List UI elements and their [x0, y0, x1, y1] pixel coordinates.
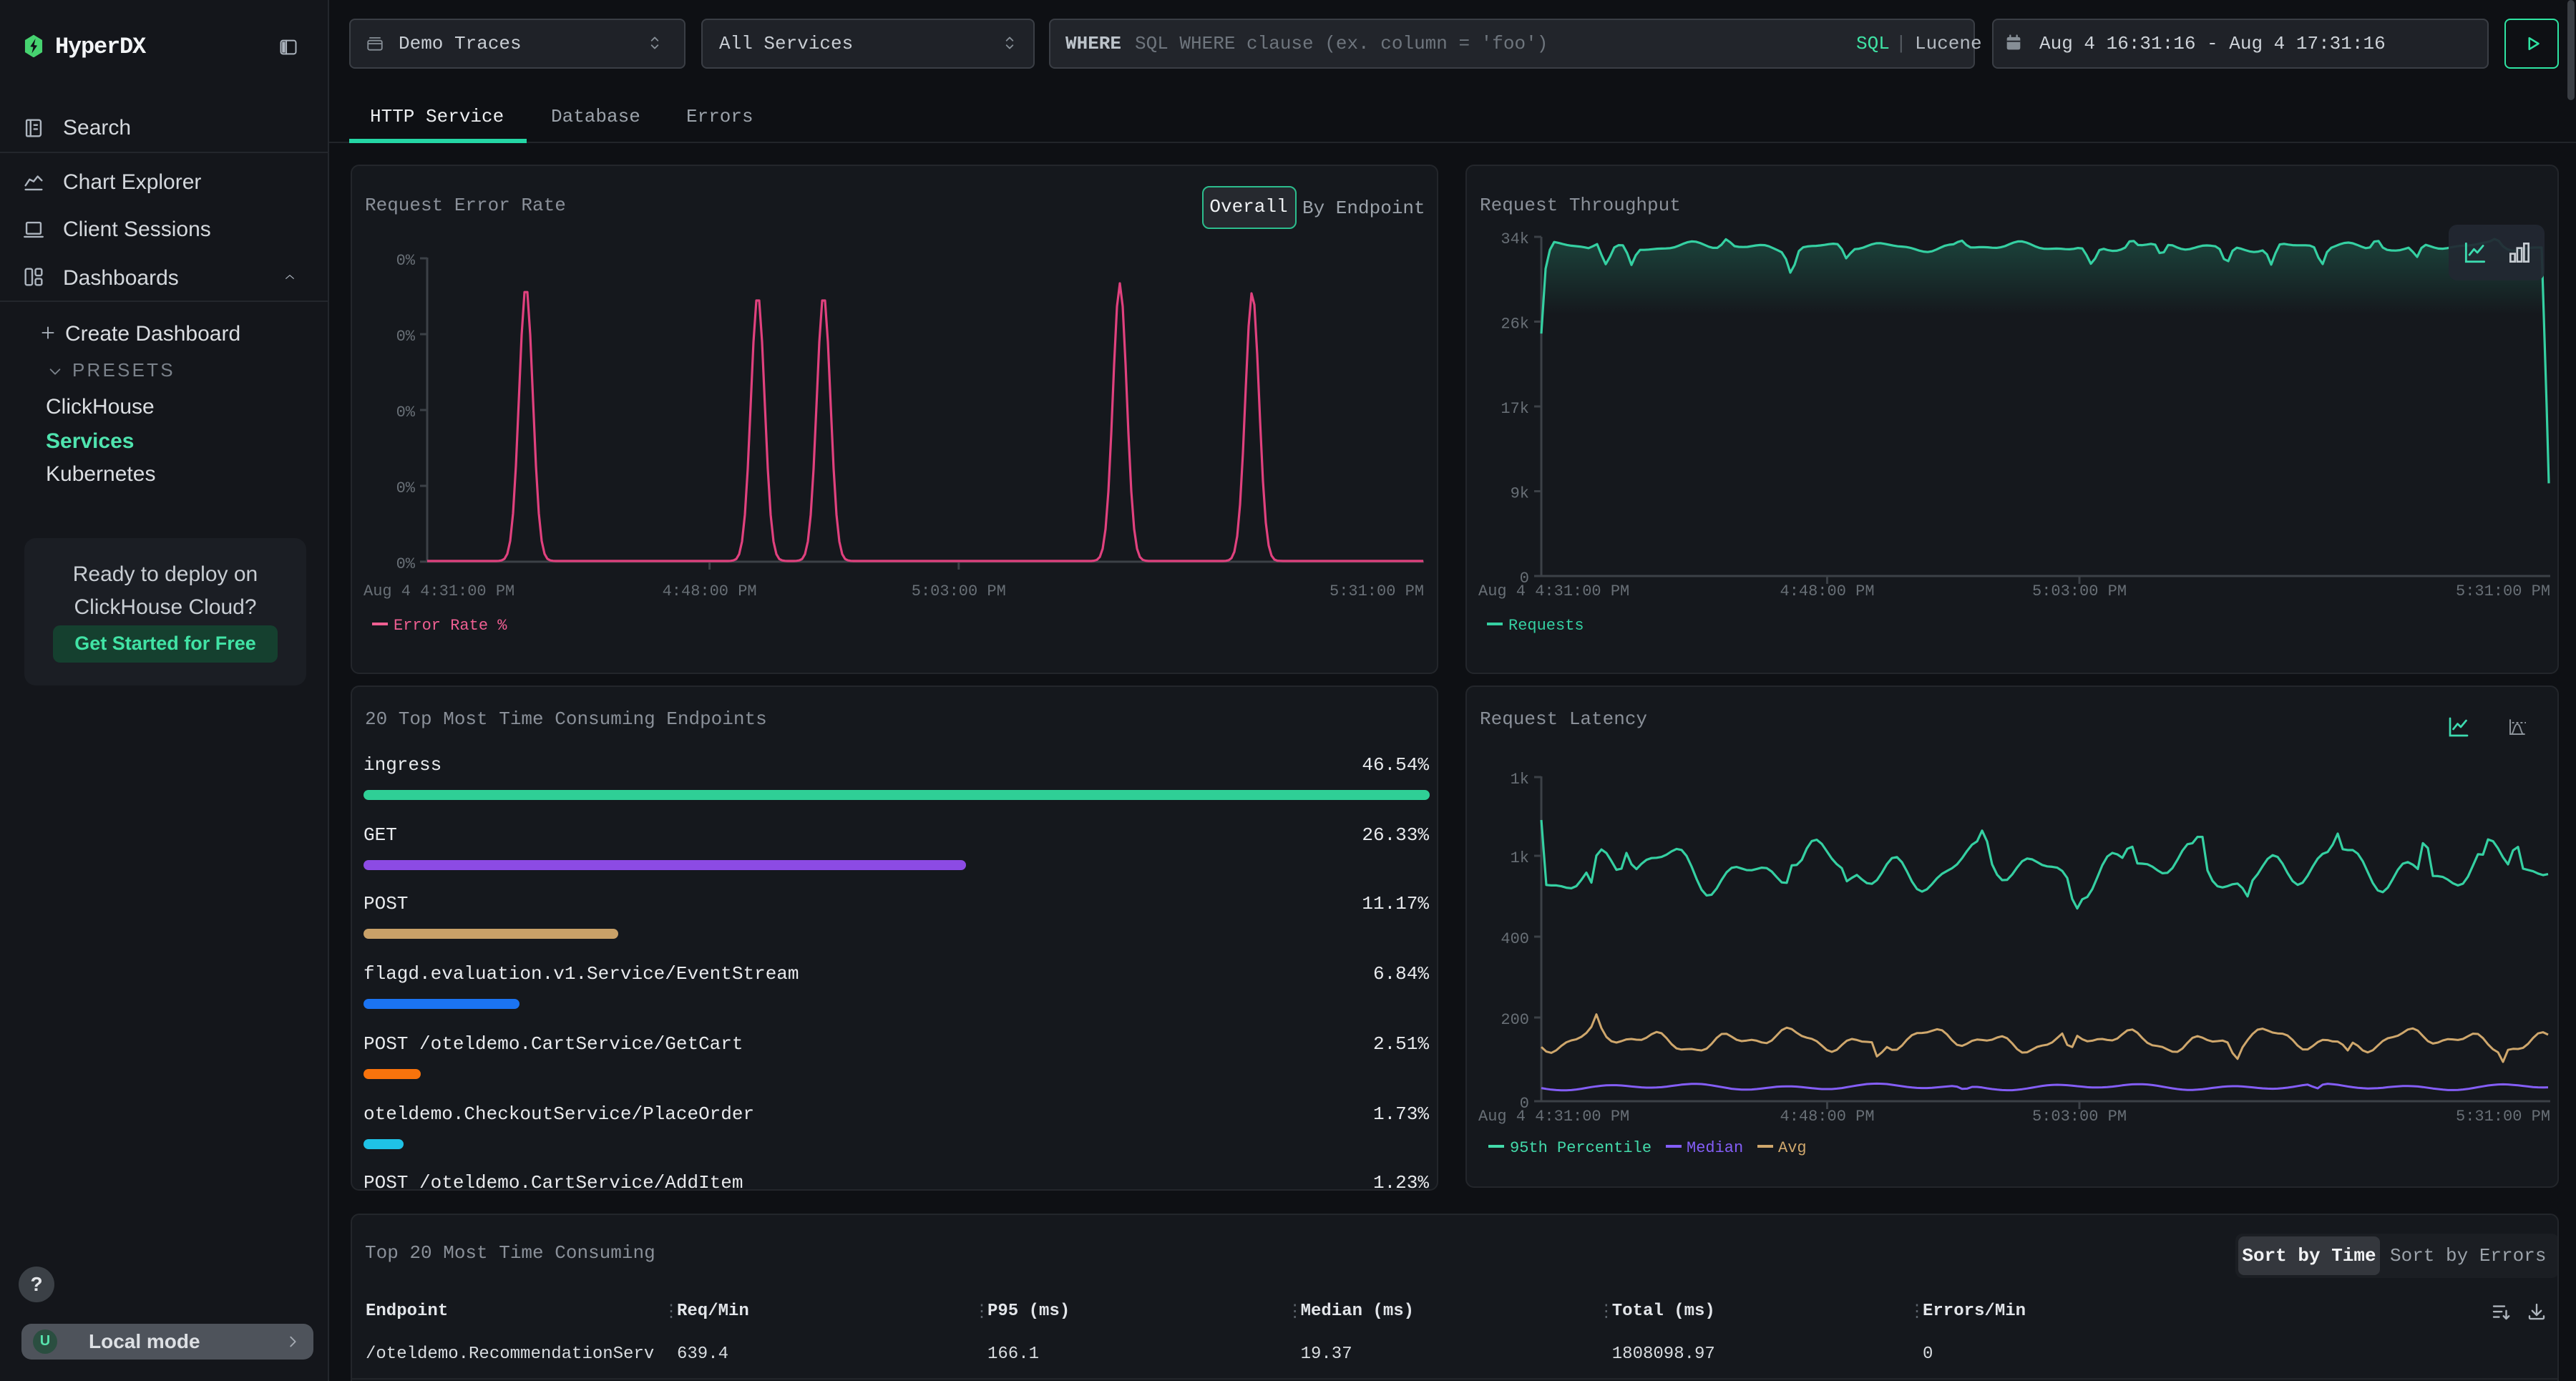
svg-text:1k: 1k — [1511, 849, 1529, 867]
svg-text:0%: 0% — [396, 555, 416, 573]
svg-text:0%: 0% — [396, 328, 416, 346]
svg-text:200: 200 — [1501, 1011, 1529, 1029]
svg-text:400: 400 — [1501, 930, 1529, 948]
svg-text:17k: 17k — [1501, 400, 1529, 418]
svg-text:0%: 0% — [396, 252, 416, 270]
svg-text:0%: 0% — [396, 404, 416, 421]
svg-text:9k: 9k — [1511, 485, 1529, 503]
svg-text:0%: 0% — [396, 479, 416, 497]
svg-text:34k: 34k — [1501, 230, 1529, 248]
svg-text:26k: 26k — [1501, 316, 1529, 333]
svg-text:1k: 1k — [1511, 771, 1529, 789]
